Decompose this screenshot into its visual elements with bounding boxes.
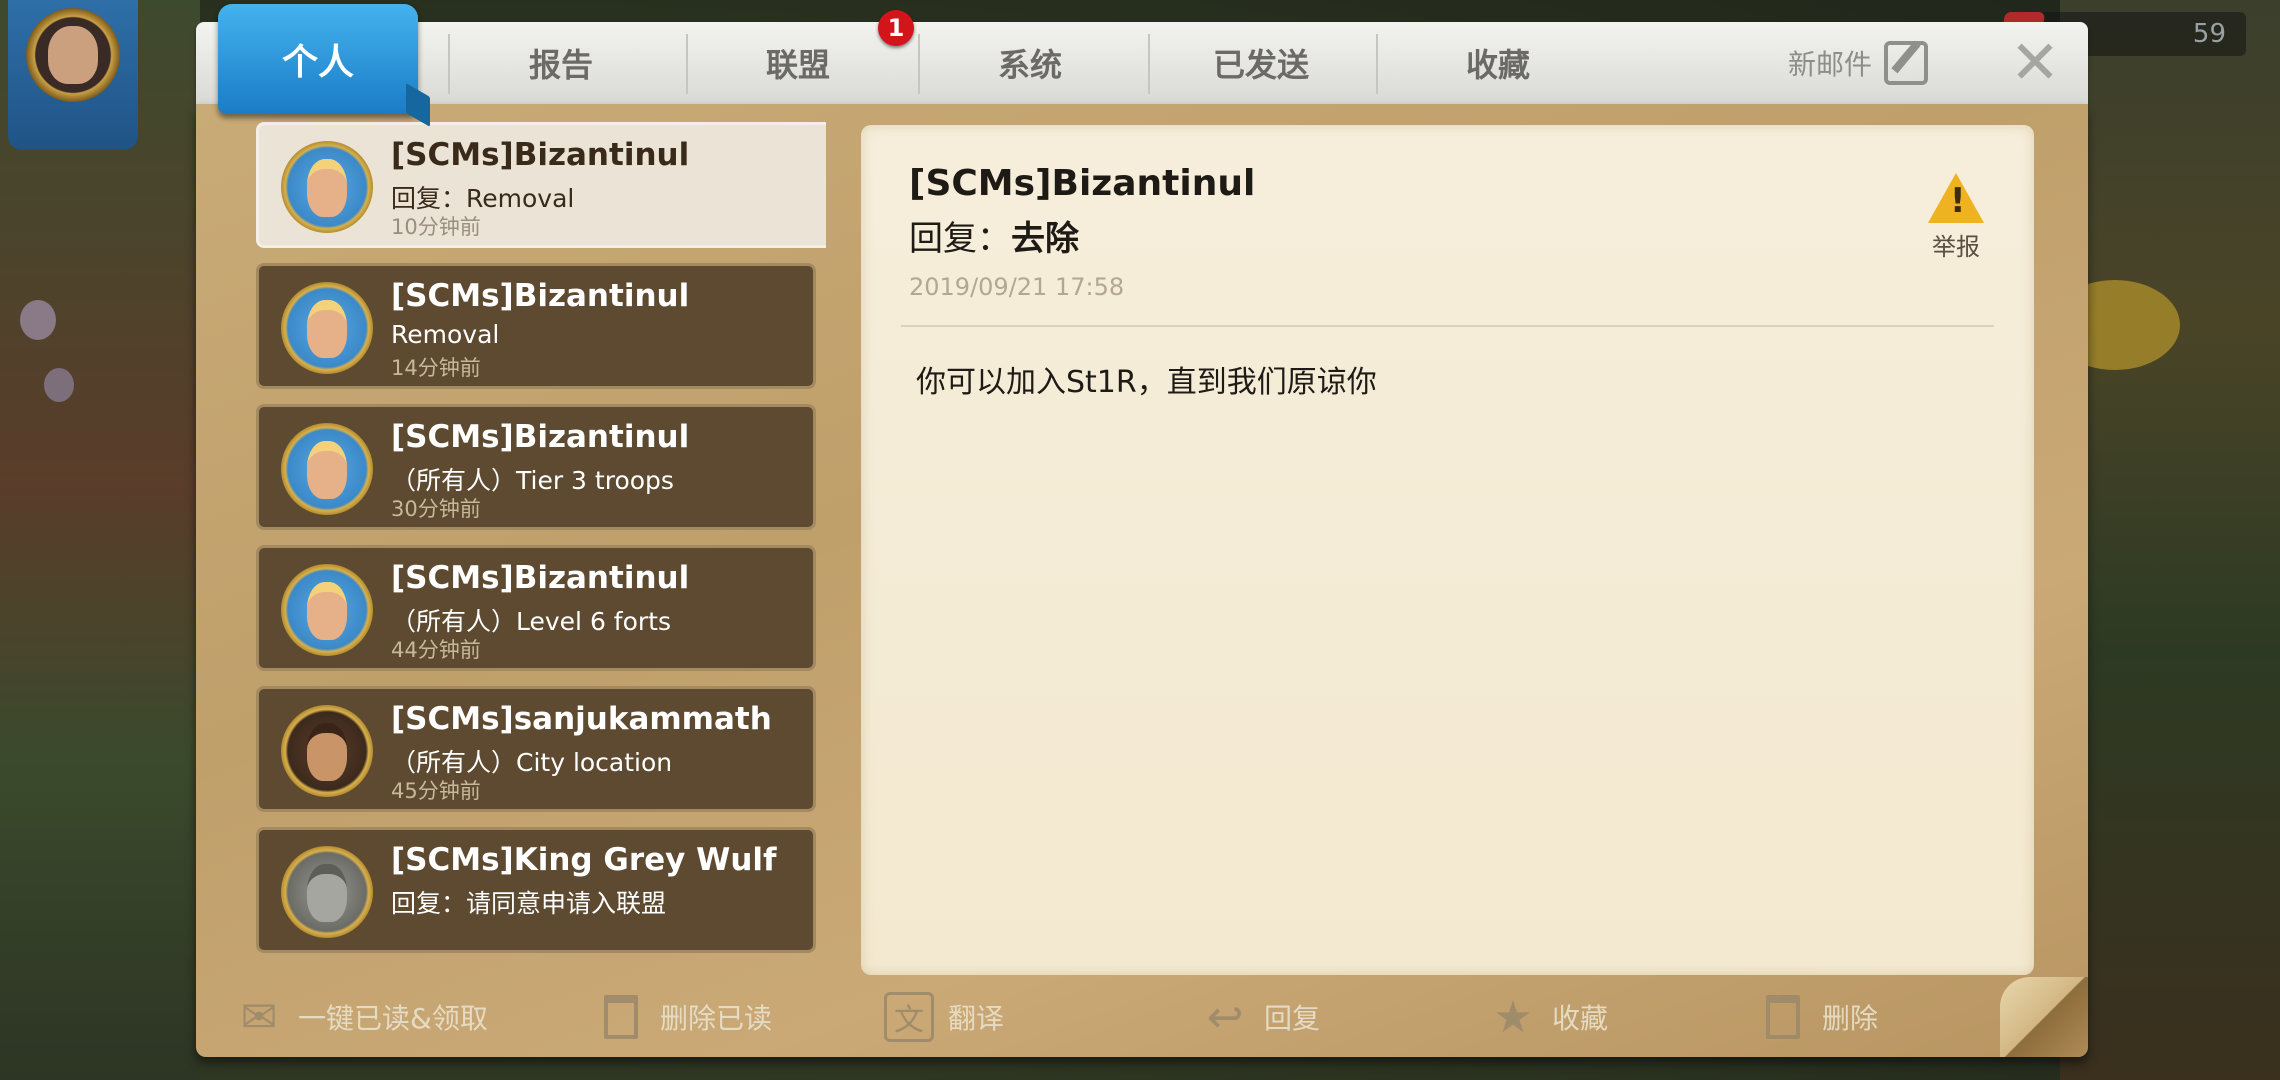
mail-time: 10分钟前 bbox=[391, 215, 481, 239]
envelope-check-icon: ✉ bbox=[240, 991, 278, 1043]
detail-body: 你可以加入St1R，直到我们原谅你 bbox=[916, 365, 1377, 400]
game-background-left bbox=[0, 0, 200, 1080]
sender-avatar bbox=[281, 282, 373, 374]
mail-subject: （所有人）Tier 3 troops bbox=[391, 466, 674, 495]
mail-subject: Removal bbox=[391, 320, 500, 349]
mail-time: 30分钟前 bbox=[391, 497, 481, 521]
detail-subject-prefix: 回复： bbox=[909, 219, 1011, 259]
delete-read-button[interactable]: 删除已读 bbox=[596, 982, 772, 1052]
reply-button[interactable]: ↩ 回复 bbox=[1200, 982, 1320, 1052]
avatar-face bbox=[307, 300, 347, 358]
read-all-button[interactable]: ✉ 一键已读&领取 bbox=[234, 982, 488, 1052]
detail-sender: [SCMs]Bizantinul bbox=[909, 163, 1256, 204]
balloon-decoration bbox=[20, 300, 56, 340]
tab-sent[interactable]: 已发送 bbox=[1150, 22, 1372, 104]
report-label: 举报 bbox=[1932, 233, 1980, 261]
delete-label: 删除 bbox=[1822, 1002, 1879, 1035]
tab-personal[interactable]: 个人 bbox=[218, 4, 418, 114]
sender-avatar bbox=[281, 846, 373, 938]
mail-subject: 回复：Removal bbox=[391, 184, 575, 213]
tab-system[interactable]: 系统 bbox=[920, 22, 1140, 104]
tab-alliance[interactable]: 联盟 bbox=[688, 22, 908, 104]
close-icon[interactable]: ✕ bbox=[2004, 32, 2066, 94]
mail-sender: [SCMs]Bizantinul bbox=[391, 137, 690, 173]
mail-subject: （所有人）Level 6 forts bbox=[391, 607, 671, 636]
translate-icon: 文 bbox=[884, 992, 934, 1042]
translate-button[interactable]: 文 翻译 bbox=[884, 982, 1004, 1052]
mail-time: 44分钟前 bbox=[391, 638, 481, 662]
new-mail-button[interactable]: 新邮件 bbox=[1788, 22, 1929, 104]
mail-list: [SCMs]Bizantinul 回复：Removal 10分钟前 [SCMs]… bbox=[256, 122, 826, 972]
mail-list-item[interactable]: [SCMs]Bizantinul 回复：Removal 10分钟前 bbox=[256, 122, 826, 248]
reply-label: 回复 bbox=[1264, 1002, 1321, 1035]
mail-detail: [SCMs]Bizantinul 回复：去除 2019/09/21 17:58 … bbox=[861, 125, 2034, 975]
mail-subject: （所有人）City location bbox=[391, 748, 673, 777]
gem-count: 59 bbox=[2192, 19, 2226, 49]
game-background-right bbox=[2060, 0, 2280, 1080]
mail-list-item[interactable]: [SCMs]Bizantinul （所有人）Level 6 forts 44分钟… bbox=[256, 545, 816, 671]
avatar-face bbox=[307, 864, 347, 922]
mail-sender: [SCMs]Bizantinul bbox=[391, 278, 690, 314]
sender-avatar bbox=[281, 141, 373, 233]
sender-avatar bbox=[281, 423, 373, 515]
detail-subject: 回复：去除 bbox=[909, 211, 1079, 260]
divider bbox=[901, 325, 1994, 327]
balloon-decoration bbox=[44, 368, 74, 402]
sender-avatar bbox=[281, 705, 373, 797]
detail-date: 2019/09/21 17:58 bbox=[909, 273, 1125, 301]
mail-list-item[interactable]: [SCMs]Bizantinul （所有人）Tier 3 troops 30分钟… bbox=[256, 404, 816, 530]
bottom-action-bar: ✉ 一键已读&领取 删除已读 文 翻译 ↩ 回复 ★ 收藏 删除 bbox=[196, 982, 2088, 1052]
mail-panel: 报告 联盟 系统 已发送 收藏 1 新邮件 ✕ 个人 [SCMs]Bizanti… bbox=[196, 4, 2088, 1057]
favorite-button[interactable]: ★ 收藏 bbox=[1488, 982, 1608, 1052]
delete-read-label: 删除已读 bbox=[660, 1002, 773, 1035]
tab-bar: 报告 联盟 系统 已发送 收藏 1 新邮件 ✕ bbox=[196, 10, 2088, 104]
star-icon: ★ bbox=[1493, 991, 1533, 1043]
report-button[interactable]: 举报 bbox=[1926, 173, 1986, 262]
sender-avatar bbox=[281, 564, 373, 656]
avatar-face bbox=[307, 723, 347, 781]
mail-time: 45分钟前 bbox=[391, 779, 481, 803]
delete-button[interactable]: 删除 bbox=[1758, 982, 1878, 1052]
read-all-label: 一键已读&领取 bbox=[298, 1002, 488, 1035]
reply-arrow-icon: ↩ bbox=[1206, 991, 1244, 1043]
new-mail-label: 新邮件 bbox=[1788, 48, 1873, 81]
alliance-unread-badge: 1 bbox=[878, 10, 914, 46]
warning-icon bbox=[1928, 173, 1984, 223]
mail-sender: [SCMs]Bizantinul bbox=[391, 419, 690, 455]
translate-label: 翻译 bbox=[948, 1002, 1005, 1035]
player-portrait bbox=[26, 8, 120, 102]
tab-report[interactable]: 报告 bbox=[450, 22, 672, 104]
mail-list-item[interactable]: [SCMs]King Grey Wulf 回复：请同意申请入联盟 bbox=[256, 827, 816, 953]
mail-sender: [SCMs]sanjukammath bbox=[391, 701, 772, 737]
trash-icon bbox=[1758, 992, 1808, 1042]
mail-sender: [SCMs]King Grey Wulf bbox=[391, 842, 777, 878]
mail-time: 14分钟前 bbox=[391, 356, 481, 380]
mail-subject: 回复：请同意申请入联盟 bbox=[391, 889, 667, 918]
mail-list-item[interactable]: [SCMs]sanjukammath （所有人）City location 45… bbox=[256, 686, 816, 812]
trash-icon bbox=[596, 992, 646, 1042]
detail-subject-text: 去除 bbox=[1011, 219, 1079, 259]
avatar-face bbox=[307, 441, 347, 499]
compose-icon bbox=[1884, 41, 1929, 85]
favorite-label: 收藏 bbox=[1552, 1002, 1609, 1035]
tab-favorites[interactable]: 收藏 bbox=[1378, 22, 1618, 104]
avatar-face bbox=[307, 582, 347, 640]
mail-list-item[interactable]: [SCMs]Bizantinul Removal 14分钟前 bbox=[256, 263, 816, 389]
avatar-face bbox=[307, 159, 347, 217]
mail-sender: [SCMs]Bizantinul bbox=[391, 560, 690, 596]
player-avatar[interactable] bbox=[8, 0, 138, 150]
